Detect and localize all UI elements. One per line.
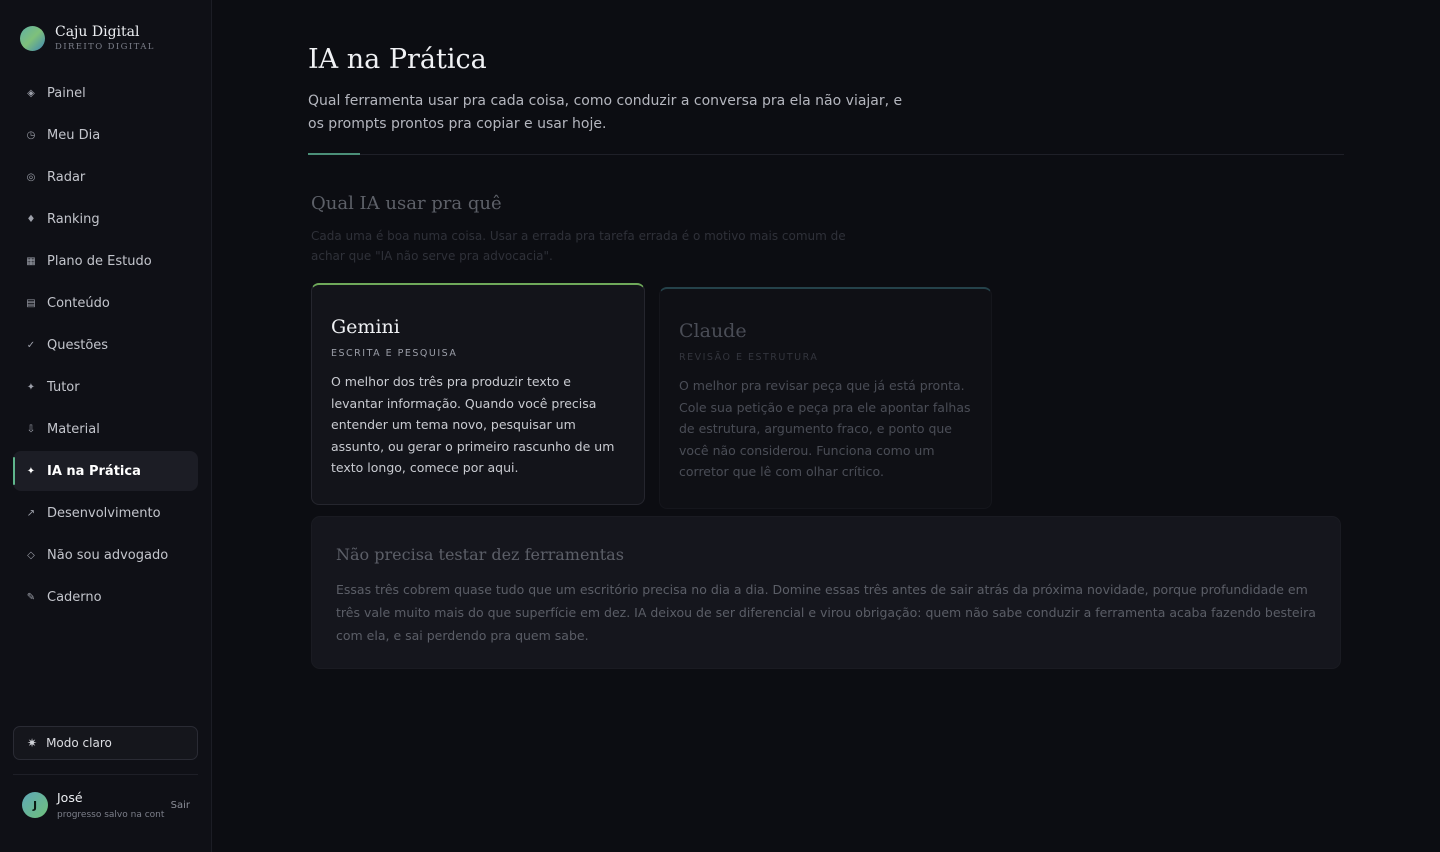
section-description: Cada uma é boa numa coisa. Usar a errada… <box>311 229 846 263</box>
sidebar-item-nao-sou-advogado[interactable]: ◇ Não sou advogado <box>13 535 198 575</box>
diamond-outline-icon: ◇ <box>27 549 35 561</box>
tool-card-gemini[interactable]: Gemini ESCRITA E PESQUISA O melhor dos t… <box>311 283 645 505</box>
sidebar-item-label: Ranking <box>47 211 100 227</box>
sidebar-item-desenvolvimento[interactable]: ↗ Desenvolvimento <box>13 493 198 533</box>
note-title: Não precisa testar dez ferramentas <box>336 545 624 564</box>
brand-logo <box>20 25 45 51</box>
sidebar-item-radar[interactable]: ◎ Radar <box>13 157 198 197</box>
user-status: progresso salvo na cont <box>57 810 165 820</box>
sidebar-item-label: Questões <box>47 337 109 353</box>
sidebar-item-label: Conteúdo <box>47 295 110 311</box>
card-tag: REVISÃO E ESTRUTURA <box>679 352 819 363</box>
sidebar-item-caderno[interactable]: ✎ Caderno <box>13 577 198 617</box>
note-body: Essas três cobrem quase tudo que um escr… <box>336 582 1316 643</box>
page-title: IA na Prática <box>308 44 487 75</box>
sidebar-item-label: Painel <box>47 85 86 101</box>
card-title: Gemini <box>331 316 400 338</box>
user-name: José <box>57 790 83 805</box>
header-divider-accent <box>308 153 360 155</box>
brand-subtitle: DIREITO DIGITAL <box>55 42 155 52</box>
sidebar-item-label: Caderno <box>47 589 102 605</box>
theme-toggle-button[interactable]: ✷ Modo claro <box>13 726 198 760</box>
card-title: Claude <box>679 320 747 342</box>
header-divider <box>308 154 1344 155</box>
sidebar-item-label: Material <box>47 421 100 437</box>
user-profile: J José progresso salvo na cont Sair <box>22 789 198 823</box>
section-title: Qual IA usar pra quê <box>311 193 502 214</box>
card-body: O melhor pra revisar peça que já está pr… <box>679 378 971 479</box>
sidebar-item-plano-de-estudo[interactable]: ▦ Plano de Estudo <box>13 241 198 281</box>
info-note: Não precisa testar dez ferramentas Essas… <box>311 516 1341 669</box>
sidebar-item-ranking[interactable]: ♦ Ranking <box>13 199 198 239</box>
sidebar-item-painel[interactable]: ◈ Painel <box>13 73 198 113</box>
sparkle-icon: ✦ <box>26 465 36 477</box>
sidebar-item-label: Não sou advogado <box>47 547 169 563</box>
sidebar-item-ia-na-pratica[interactable]: ✦ IA na Prática <box>13 451 198 491</box>
check-icon: ✓ <box>26 339 36 351</box>
sidebar-item-conteudo[interactable]: ▤ Conteúdo <box>13 283 198 323</box>
diamond-icon: ◈ <box>27 87 35 99</box>
sun-icon: ✷ <box>27 736 38 750</box>
sparkle-icon: ✦ <box>26 381 36 393</box>
sidebar-nav: ◈ Painel ◷ Meu Dia ◎ Radar ♦ Ranking ▦ P… <box>13 73 198 619</box>
brand[interactable]: Caju Digital DIREITO DIGITAL <box>20 24 155 52</box>
clock-icon: ◷ <box>26 129 36 141</box>
sidebar-item-tutor[interactable]: ✦ Tutor <box>13 367 198 407</box>
avatar[interactable]: J <box>22 792 48 818</box>
book-icon: ▤ <box>26 297 36 309</box>
sidebar-item-label: Tutor <box>47 379 80 395</box>
brand-name: Caju Digital <box>55 24 140 40</box>
pencil-icon: ✎ <box>26 591 36 603</box>
card-body: O melhor dos três pra produzir texto e l… <box>331 374 615 475</box>
sidebar-item-meu-dia[interactable]: ◷ Meu Dia <box>13 115 198 155</box>
sidebar-item-label: Radar <box>47 169 86 185</box>
ranking-icon: ♦ <box>26 213 36 225</box>
page-description: Qual ferramenta usar pra cada coisa, com… <box>308 93 903 132</box>
logout-button[interactable]: Sair <box>171 800 190 811</box>
sidebar-item-label: Plano de Estudo <box>47 253 152 269</box>
card-tag: ESCRITA E PESQUISA <box>331 348 458 359</box>
sidebar-divider <box>13 774 198 775</box>
sidebar-item-label: Meu Dia <box>47 127 101 143</box>
tool-card-claude[interactable]: Claude REVISÃO E ESTRUTURA O melhor pra … <box>659 287 992 509</box>
sidebar-item-label: IA na Prática <box>47 463 141 479</box>
calendar-icon: ▦ <box>26 255 36 267</box>
radar-icon: ◎ <box>26 171 36 183</box>
sidebar-item-label: Desenvolvimento <box>47 505 161 521</box>
download-icon: ⇩ <box>26 423 36 435</box>
theme-toggle-label: Modo claro <box>46 736 112 750</box>
trend-up-icon: ↗ <box>26 507 36 519</box>
sidebar-item-material[interactable]: ⇩ Material <box>13 409 198 449</box>
sidebar-item-questoes[interactable]: ✓ Questões <box>13 325 198 365</box>
sidebar: Caju Digital DIREITO DIGITAL ◈ Painel ◷ … <box>0 0 212 852</box>
